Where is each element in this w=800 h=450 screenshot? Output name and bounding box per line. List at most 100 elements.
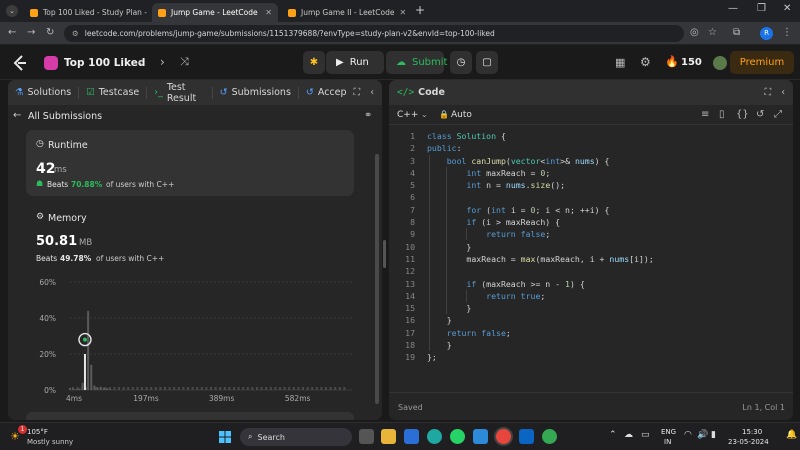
tab-accepted[interactable]: ↺ Accep [299,87,354,99]
browser-tab-1[interactable]: Jump Game - LeetCode ✕ [152,3,278,22]
panel-resize-handle[interactable] [383,240,386,268]
reload-icon[interactable]: ↻ [46,27,54,38]
battery-status-icon[interactable]: ▭ [641,430,650,440]
all-submissions-link[interactable]: All Submissions [28,111,102,122]
code-line[interactable]: 19}; [389,351,793,363]
distribution-chart[interactable]: 60% 40% 20% 0% 4ms 197ms 389ms 582ms [26,276,356,404]
wifi-icon[interactable]: ◠ [684,430,692,440]
tab-search-icon[interactable]: ⌄ [6,5,18,17]
profile-avatar[interactable]: R [760,27,773,40]
timer-button[interactable]: ◷ [450,51,472,74]
address-bar[interactable]: ⚙ leetcode.com/problems/jump-game/submis… [64,25,684,42]
code-line[interactable]: 17 return false; [389,327,793,339]
extensions-icon[interactable]: ⧉ [733,27,740,38]
lens-icon[interactable]: ◎ [690,27,699,38]
minimize-icon[interactable]: — [728,3,738,14]
code-line[interactable]: 6 [389,191,793,203]
tab-test-result[interactable]: ›_ Test Result [147,82,213,104]
scrollbar[interactable] [375,154,379,404]
auto-mode-label[interactable]: Auto [451,110,472,120]
code-line[interactable]: 3 bool canJump(vector<int>& nums) { [389,155,793,167]
code-editor[interactable]: 1 class Solution {2 public: 3 bool canJump(… [389,130,793,364]
battery-icon[interactable]: ▮ [711,430,716,440]
code-line[interactable]: 15 } [389,302,793,314]
chevron-down-icon[interactable]: ⌄ [421,110,428,119]
user-avatar[interactable] [713,56,727,70]
code-line[interactable]: 5 int n = nums.size(); [389,179,793,191]
tab-submissions[interactable]: ↺ Submissions [213,86,299,99]
task-view-icon[interactable] [359,429,374,444]
braces-icon[interactable]: {} [736,109,749,120]
format-lines-icon[interactable]: ≡ [701,109,709,120]
region-code[interactable]: IN [664,438,671,446]
code-line[interactable]: 11 maxReach = max(maxReach, i + nums[i])… [389,253,793,265]
forward-arrow-icon[interactable]: → [27,27,35,38]
restore-icon[interactable]: ❐ [757,3,766,14]
code-line[interactable]: 10 } [389,241,793,253]
code-line[interactable]: 1 class Solution { [389,130,793,142]
run-button[interactable]: ▶ Run [326,51,384,74]
prev-problem-icon[interactable]: ‹ [138,55,143,69]
code-line[interactable]: 13 if (maxReach >= n - 1) { [389,278,793,290]
streak-count[interactable]: 150 [681,57,702,68]
vscode-icon[interactable] [473,429,488,444]
streak-fire-icon[interactable]: 🔥 [665,55,679,68]
taskbar-search-box[interactable]: ⌕ Search [240,428,352,446]
collapse-icon[interactable]: ‹ [781,87,785,98]
clock-time[interactable]: 15:30 [742,428,762,436]
linkedin-icon[interactable] [519,429,534,444]
leetcode-logo-icon[interactable] [12,55,28,71]
close-window-icon[interactable]: ✕ [783,3,791,14]
code-line[interactable]: 8 if (i > maxReach) { [389,216,793,228]
new-tab-button[interactable]: + [415,3,425,17]
cloud-icon[interactable]: ☁ [624,430,633,440]
mail-icon[interactable] [404,429,419,444]
browser-tab-0[interactable]: Top 100 Liked - Study Plan - LeetC ✕ [24,3,148,22]
browser-menu-icon[interactable]: ⋮ [782,27,792,38]
runtime-card[interactable]: ◷ Runtime 42 ms ☗ Beats 70.88% of users … [26,130,354,196]
volume-icon[interactable]: 🔊 [697,430,708,440]
code-line[interactable]: 7 for (int i = 0; i < n; ++i) { [389,204,793,216]
tab-close-icon[interactable]: ✕ [265,8,272,17]
browser-tab-2[interactable]: Jump Game II - LeetCode ✕ [282,3,410,22]
maximize-icon[interactable]: ⛶ [354,87,361,98]
notes-button[interactable]: ▢ [476,51,498,74]
code-line[interactable]: 12 [389,265,793,277]
bookmark-icon[interactable]: ▯ [719,109,725,120]
submit-button[interactable]: ☁ Submit [386,51,447,74]
windows-start-icon[interactable] [219,431,231,443]
chrome-profile-icon[interactable] [542,429,557,444]
settings-gear-icon[interactable]: ⚙ [640,55,651,69]
weather-desc[interactable]: Mostly sunny [27,438,73,446]
clock-date[interactable]: 23-05-2024 [728,438,769,446]
next-problem-icon[interactable]: › [160,55,165,69]
whatsapp-icon[interactable] [450,429,465,444]
fullscreen-icon[interactable]: ⤢ [774,109,782,120]
weather-temp[interactable]: 105°F [27,428,48,436]
code-line[interactable]: 16 } [389,314,793,326]
layout-icon[interactable]: ▦ [615,56,625,69]
back-arrow-icon[interactable]: ← [8,27,16,38]
code-line[interactable]: 18 } [389,339,793,351]
language-code[interactable]: ENG [661,428,676,436]
tab-testcase[interactable]: ☑ Testcase [79,86,148,99]
collapse-icon[interactable]: ‹ [370,87,374,98]
maximize-icon[interactable]: ⛶ [765,87,772,98]
site-info-icon[interactable]: ⚙ [72,29,79,38]
edge-browser-icon[interactable] [427,429,442,444]
code-line[interactable]: 4 int maxReach = 0; [389,167,793,179]
file-explorer-icon[interactable] [381,429,396,444]
bookmark-star-icon[interactable]: ☆ [708,27,717,38]
language-select[interactable]: C++ [397,110,418,120]
shuffle-icon[interactable]: ⤨ [180,55,189,69]
code-line[interactable]: 9 return false; [389,228,793,240]
code-line[interactable]: 2 public: [389,142,793,154]
code-line[interactable]: 14 return true; [389,290,793,302]
back-arrow-icon[interactable]: ← [13,110,21,121]
study-plan-title[interactable]: Top 100 Liked [64,57,145,69]
tab-solutions[interactable]: ⚗ Solutions [8,86,80,99]
chrome-icon[interactable] [496,429,511,444]
debug-button[interactable]: ✱ [303,51,325,74]
notification-bell-icon[interactable]: 🔔 [786,430,797,440]
share-link-icon[interactable]: ⚭ [364,110,372,121]
